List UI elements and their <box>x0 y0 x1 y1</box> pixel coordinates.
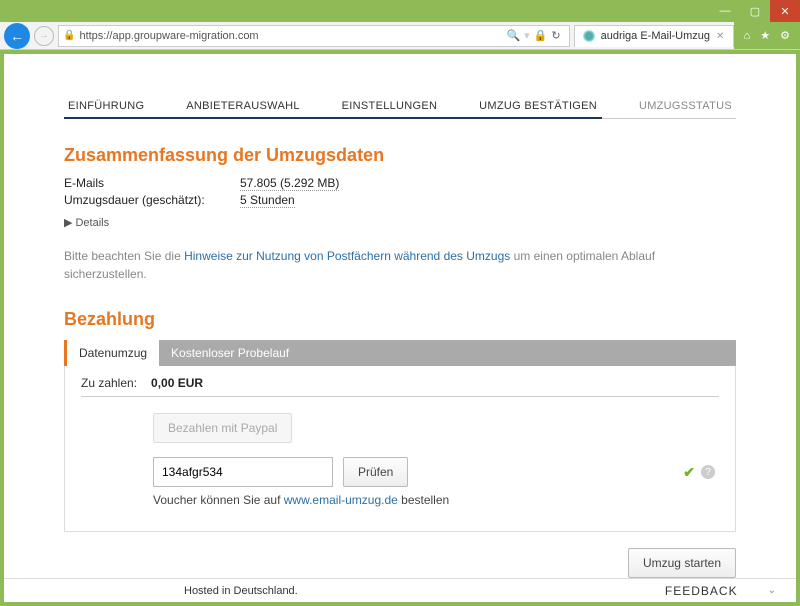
arrow-left-icon: ← <box>10 28 24 44</box>
start-migration-button[interactable]: Umzug starten <box>628 548 736 578</box>
cert-lock-icon[interactable]: 🔒 <box>534 29 548 42</box>
tab-title: audriga E-Mail-Umzug <box>601 30 710 42</box>
summary-heading: Zusammenfassung der Umzugsdaten <box>64 145 736 166</box>
url-text: https://app.groupware-migration.com <box>79 30 258 42</box>
window-titlebar: — ▢ ✕ <box>0 0 800 22</box>
arrow-right-icon: → <box>39 30 49 41</box>
to-pay-label: Zu zahlen: <box>81 376 137 390</box>
feedback-button[interactable]: FEEDBACK <box>665 584 768 598</box>
page-footer: Hosted in Deutschland. FEEDBACK ⌄ <box>4 578 796 602</box>
tab-strip: audriga E-Mail-Umzug ✕ <box>574 25 734 47</box>
help-icon[interactable]: ? <box>701 465 715 479</box>
voucher-input[interactable] <box>153 457 333 487</box>
usage-note-link[interactable]: Hinweise zur Nutzung von Postfächern wäh… <box>184 249 510 263</box>
payment-tabs: Datenumzug Kostenloser Probelauf <box>64 340 736 366</box>
favicon-icon <box>583 30 595 42</box>
step-provider[interactable]: ANBIETERAUSWAHL <box>182 94 304 118</box>
window-close-button[interactable]: ✕ <box>770 0 800 22</box>
step-status: UMZUGSSTATUS <box>635 94 736 118</box>
lock-icon: 🔒 <box>63 30 75 41</box>
step-confirm[interactable]: UMZUG BESTÄTIGEN <box>475 94 601 118</box>
window-minimize-button[interactable]: — <box>710 0 740 22</box>
details-label: Details <box>75 217 109 229</box>
triangle-right-icon: ▶ <box>64 216 72 229</box>
emails-label: E-Mails <box>64 176 240 191</box>
nav-forward-button[interactable]: → <box>34 26 54 46</box>
chevron-down-icon[interactable]: ⌄ <box>768 585 776 596</box>
paypal-button[interactable]: Bezahlen mit Paypal <box>153 413 292 443</box>
browser-toolbar: ← → 🔒 https://app.groupware-migration.co… <box>0 22 800 50</box>
address-bar[interactable]: 🔒 https://app.groupware-migration.com 🔍 … <box>58 25 570 47</box>
payment-panel: Zu zahlen: 0,00 EUR Bezahlen mit Paypal … <box>64 366 736 532</box>
checkmark-icon: ✔ <box>683 464 695 481</box>
refresh-icon[interactable]: ↻ <box>551 29 560 42</box>
settings-gear-icon[interactable]: ⚙ <box>780 29 790 42</box>
tab-close-button[interactable]: ✕ <box>716 31 724 42</box>
hosted-text: Hosted in Deutschland. <box>184 585 298 597</box>
voucher-note: Voucher können Sie auf www.email-umzug.d… <box>153 493 719 507</box>
emails-value: 57.805 (5.292 MB) <box>240 176 339 191</box>
step-intro[interactable]: EINFÜHRUNG <box>64 94 148 118</box>
step-settings[interactable]: EINSTELLUNGEN <box>338 94 442 118</box>
check-voucher-button[interactable]: Prüfen <box>343 457 408 487</box>
to-pay-amount: 0,00 EUR <box>151 376 203 390</box>
tab-free-trial[interactable]: Kostenloser Probelauf <box>159 340 301 366</box>
window-maximize-button[interactable]: ▢ <box>740 0 770 22</box>
search-icon[interactable]: 🔍 <box>506 29 520 42</box>
voucher-link[interactable]: www.email-umzug.de <box>284 493 398 507</box>
payment-heading: Bezahlung <box>64 309 736 330</box>
duration-value: 5 Stunden <box>240 193 295 208</box>
browser-tab[interactable]: audriga E-Mail-Umzug ✕ <box>574 25 734 47</box>
wizard-steps: EINFÜHRUNG ANBIETERAUSWAHL EINSTELLUNGEN… <box>64 94 736 119</box>
home-icon[interactable]: ⌂ <box>744 30 751 42</box>
usage-note: Bitte beachten Sie die Hinweise zur Nutz… <box>64 247 736 283</box>
favorites-icon[interactable]: ★ <box>760 29 770 42</box>
nav-back-button[interactable]: ← <box>4 23 30 49</box>
duration-label: Umzugsdauer (geschätzt): <box>64 193 240 208</box>
details-toggle[interactable]: ▶ Details <box>64 216 736 229</box>
tab-data-migration[interactable]: Datenumzug <box>64 340 159 366</box>
